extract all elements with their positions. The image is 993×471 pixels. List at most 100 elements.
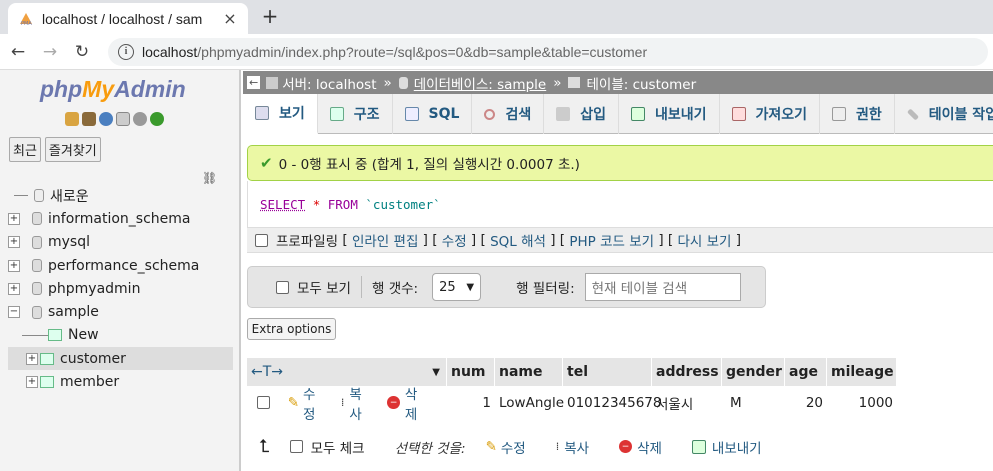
sort-down-icon[interactable]: ▼ [432, 367, 440, 378]
recent-favorites-tabs: 최근 즐겨찾기 [9, 137, 101, 162]
phpmyadmin-logo[interactable]: phpMyAdmin [40, 76, 186, 103]
address-bar[interactable]: i localhost/phpmyadmin/index.php?route=/… [108, 38, 988, 66]
navigation-controls: 모두 보기 행 갯수: 25 ▼ 행 필터링: 현재 테이블 검색 [247, 266, 766, 308]
expand-icon[interactable]: + [26, 376, 38, 389]
reload-button[interactable]: ↻ [68, 42, 96, 62]
row-copy-button[interactable]: ⁞ 복사 [341, 383, 373, 423]
site-info-icon[interactable]: i [118, 44, 134, 60]
tab-operations[interactable]: 테이블 작업 [895, 94, 993, 134]
filter-rows-input[interactable]: 현재 테이블 검색 [584, 273, 741, 301]
tab-search[interactable]: 검색 [472, 94, 545, 134]
column-resize-icon[interactable]: ←T→ [251, 364, 283, 380]
back-button[interactable]: ← [4, 42, 32, 62]
success-message: ✔ 0 - 0행 표시 중 (합계 1, 질의 실행시간 0.0007 초.) [247, 145, 993, 181]
cell-num[interactable]: 1 [447, 395, 495, 411]
column-header-name[interactable]: name [495, 358, 563, 386]
link-chain-icon[interactable]: ⛓ [202, 171, 217, 185]
sql-from-keyword: FROM [327, 196, 358, 212]
bulk-delete-button[interactable]: − 삭제 [619, 437, 662, 457]
database-tree: 새로운 + information_schema + mysql + perfo… [8, 184, 233, 394]
tree-item-phpmyadmin[interactable]: + phpmyadmin [8, 277, 233, 300]
tab-insert[interactable]: 삽입 [544, 94, 619, 134]
browser-nav-bar: ← → ↻ i localhost/phpmyadmin/index.php?r… [0, 34, 993, 70]
cell-mileage[interactable]: 1000 [827, 395, 897, 411]
profiling-checkbox[interactable] [255, 233, 268, 247]
tab-browse[interactable]: 보기 [243, 94, 318, 134]
sql-table-name: `customer` [365, 196, 441, 212]
breadcrumb-table[interactable]: 테이블: customer [586, 73, 696, 93]
column-header-age[interactable]: age [785, 358, 827, 386]
refresh-link[interactable]: 다시 보기 [677, 230, 731, 250]
show-all-checkbox[interactable] [276, 280, 289, 294]
new-tab-button[interactable]: + [258, 4, 282, 28]
navigation-panel: phpMyAdmin 최근 즐겨찾기 ⛓ 새로운 + information_s… [0, 70, 241, 471]
cell-address[interactable]: 서울시 [652, 393, 722, 413]
expand-icon[interactable]: + [8, 236, 20, 249]
row-edit-button[interactable]: ✎ 수정 [288, 383, 327, 423]
show-all-label[interactable]: 모두 보기 [297, 277, 351, 297]
table-icon [40, 376, 54, 389]
column-header-gender[interactable]: gender [722, 358, 785, 386]
row-count-select[interactable]: 25 ▼ [432, 273, 482, 301]
copy-icon: ⁞ [340, 396, 345, 409]
cell-tel[interactable]: 01012345678 [563, 395, 661, 411]
check-all-label[interactable]: 모두 체크 [311, 437, 365, 457]
tree-item-information-schema[interactable]: + information_schema [8, 207, 233, 230]
column-header-tel[interactable]: tel [563, 358, 652, 386]
check-all-checkbox[interactable] [289, 440, 303, 453]
settings-gear-icon[interactable] [133, 112, 147, 126]
tab-export[interactable]: 내보내기 [619, 94, 720, 134]
tree-item-sample[interactable]: − sample [8, 300, 233, 323]
expand-icon[interactable]: + [8, 259, 20, 272]
collapse-arrow-icon[interactable]: ← [247, 76, 261, 89]
forward-button[interactable]: → [36, 42, 64, 62]
inline-edit-link[interactable]: 인라인 편집 [352, 230, 418, 250]
url-text[interactable]: localhost/phpmyadmin/index.php?route=/sq… [142, 44, 647, 60]
new-table-icon [48, 329, 62, 342]
expand-icon[interactable]: + [8, 282, 20, 295]
home-icon[interactable] [65, 112, 79, 126]
column-header-address[interactable]: address [652, 358, 722, 386]
logout-icon[interactable] [82, 112, 96, 126]
bulk-copy-button[interactable]: ⁞ 복사 [556, 437, 589, 457]
tab-close-icon[interactable]: × [222, 9, 238, 28]
tree-item-performance-schema[interactable]: + performance_schema [8, 254, 233, 277]
cell-age[interactable]: 20 [785, 395, 827, 411]
column-header-num[interactable]: num [447, 358, 495, 386]
tree-item-new-table[interactable]: New [8, 324, 233, 347]
explain-sql-link[interactable]: SQL 해석 [490, 230, 546, 250]
extra-options-button[interactable]: Extra options [247, 318, 336, 340]
recent-button[interactable]: 최근 [9, 137, 41, 162]
php-code-link[interactable]: PHP 코드 보기 [569, 230, 654, 250]
favorites-button[interactable]: 즐겨찾기 [44, 137, 101, 162]
cell-gender[interactable]: M [722, 395, 785, 411]
browser-tab[interactable]: PMA localhost / localhost / sam × [8, 3, 248, 34]
tab-structure[interactable]: 구조 [318, 94, 393, 134]
tab-import[interactable]: 가져오기 [720, 94, 821, 134]
table-top-menu: 보기 구조 SQL 검색 삽입 내보내기 가져오기 권한 테이블 작업 [243, 94, 993, 134]
reload-navigation-icon[interactable] [150, 112, 164, 126]
bulk-export-button[interactable]: 내보내기 [691, 437, 762, 457]
pma-favicon-icon: PMA [18, 12, 34, 27]
tab-sql[interactable]: SQL [393, 94, 473, 134]
expand-icon[interactable]: + [26, 352, 38, 365]
column-header-mileage[interactable]: mileage [827, 358, 897, 386]
sql-select-keyword[interactable]: SELECT [260, 197, 305, 212]
breadcrumb-server[interactable]: 서버: localhost [282, 73, 376, 93]
bulk-edit-button[interactable]: ✎ 수정 [486, 437, 526, 457]
insert-icon [556, 107, 571, 121]
edit-query-link[interactable]: 수정 [442, 230, 467, 250]
tree-item-customer[interactable]: + customer [8, 347, 233, 371]
tab-privileges[interactable]: 권한 [820, 94, 895, 134]
help-icon[interactable] [99, 112, 113, 126]
breadcrumb-database[interactable]: 데이터베이스: sample [414, 73, 546, 93]
collapse-icon[interactable]: − [8, 306, 20, 319]
cell-name[interactable]: LowAngle [495, 395, 564, 411]
expand-icon[interactable]: + [8, 212, 20, 225]
tree-item-new[interactable]: 새로운 [8, 184, 233, 207]
row-checkbox[interactable] [257, 396, 270, 409]
row-delete-button[interactable]: − 삭제 [387, 383, 429, 423]
docs-icon[interactable] [116, 112, 130, 126]
tree-item-mysql[interactable]: + mysql [8, 231, 233, 254]
tree-item-member[interactable]: + member [8, 370, 233, 393]
